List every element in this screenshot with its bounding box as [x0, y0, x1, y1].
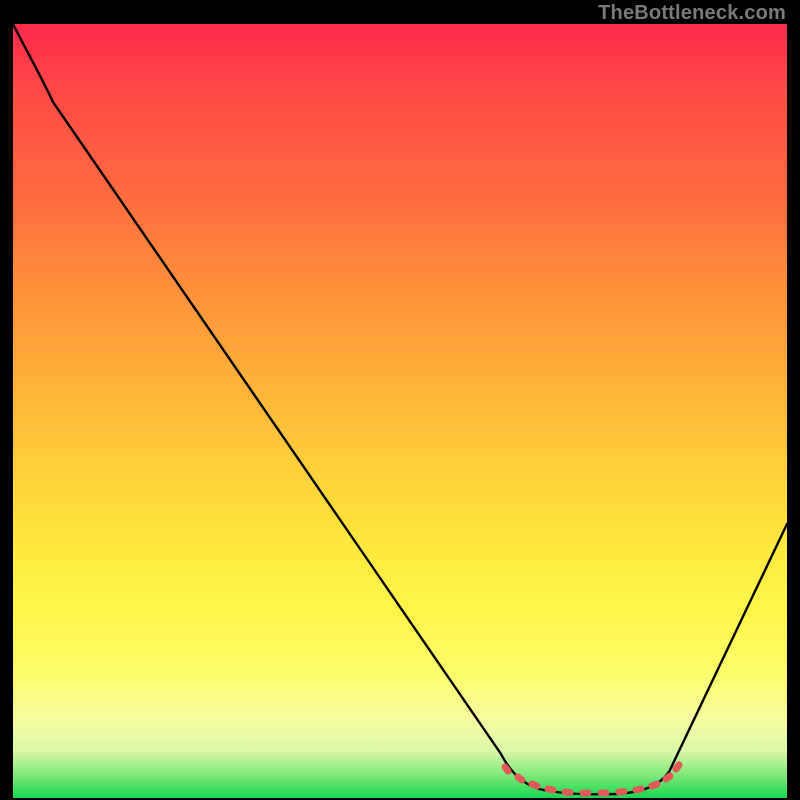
- black-curve: [13, 24, 787, 794]
- red-dot-band: [505, 765, 679, 793]
- plot-area: [13, 24, 787, 798]
- watermark-text: TheBottleneck.com: [598, 2, 786, 25]
- chart-stage: TheBottleneck.com: [0, 0, 800, 800]
- curve-layer: [13, 24, 787, 798]
